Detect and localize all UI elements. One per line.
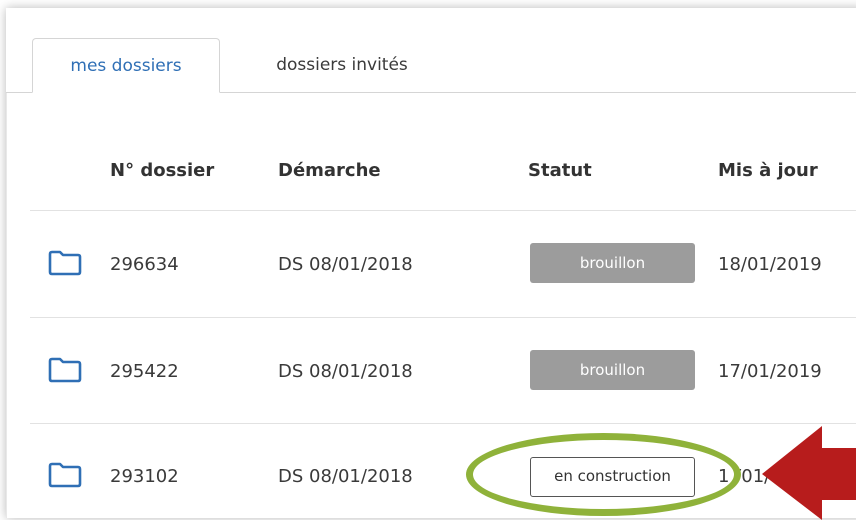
cell-procedure: DS 08/01/2018 <box>278 254 413 275</box>
cell-number[interactable]: 295422 <box>110 361 179 382</box>
cell-updated: 18/01/2019 <box>718 254 822 275</box>
folder-icon[interactable] <box>48 462 82 488</box>
tab-dossiers-invites[interactable]: dossiers invités <box>232 38 452 93</box>
screenshot-frame: mes dossiers dossiers invités N° dossier… <box>0 0 856 520</box>
red-arrow-icon <box>762 426 856 520</box>
folder-icon[interactable] <box>48 357 82 383</box>
column-header-status: Statut <box>528 160 592 181</box>
cell-updated: 17/01/2019 <box>718 361 822 382</box>
cell-procedure: DS 08/01/2018 <box>278 466 413 487</box>
header-separator <box>30 210 856 211</box>
status-badge: brouillon <box>530 350 695 390</box>
cell-procedure: DS 08/01/2018 <box>278 361 413 382</box>
column-header-procedure: Démarche <box>278 160 381 181</box>
column-header-updated: Mis à jour <box>718 160 818 181</box>
cell-number[interactable]: 296634 <box>110 254 179 275</box>
highlight-ellipse <box>466 433 741 516</box>
folder-icon[interactable] <box>48 250 82 276</box>
panel-left-edge <box>6 93 7 518</box>
cell-number[interactable]: 293102 <box>110 466 179 487</box>
status-badge: brouillon <box>530 243 695 283</box>
row-separator <box>30 317 856 318</box>
row-separator <box>30 423 856 424</box>
tab-mes-dossiers[interactable]: mes dossiers <box>32 38 220 93</box>
column-header-number: N° dossier <box>110 160 215 181</box>
